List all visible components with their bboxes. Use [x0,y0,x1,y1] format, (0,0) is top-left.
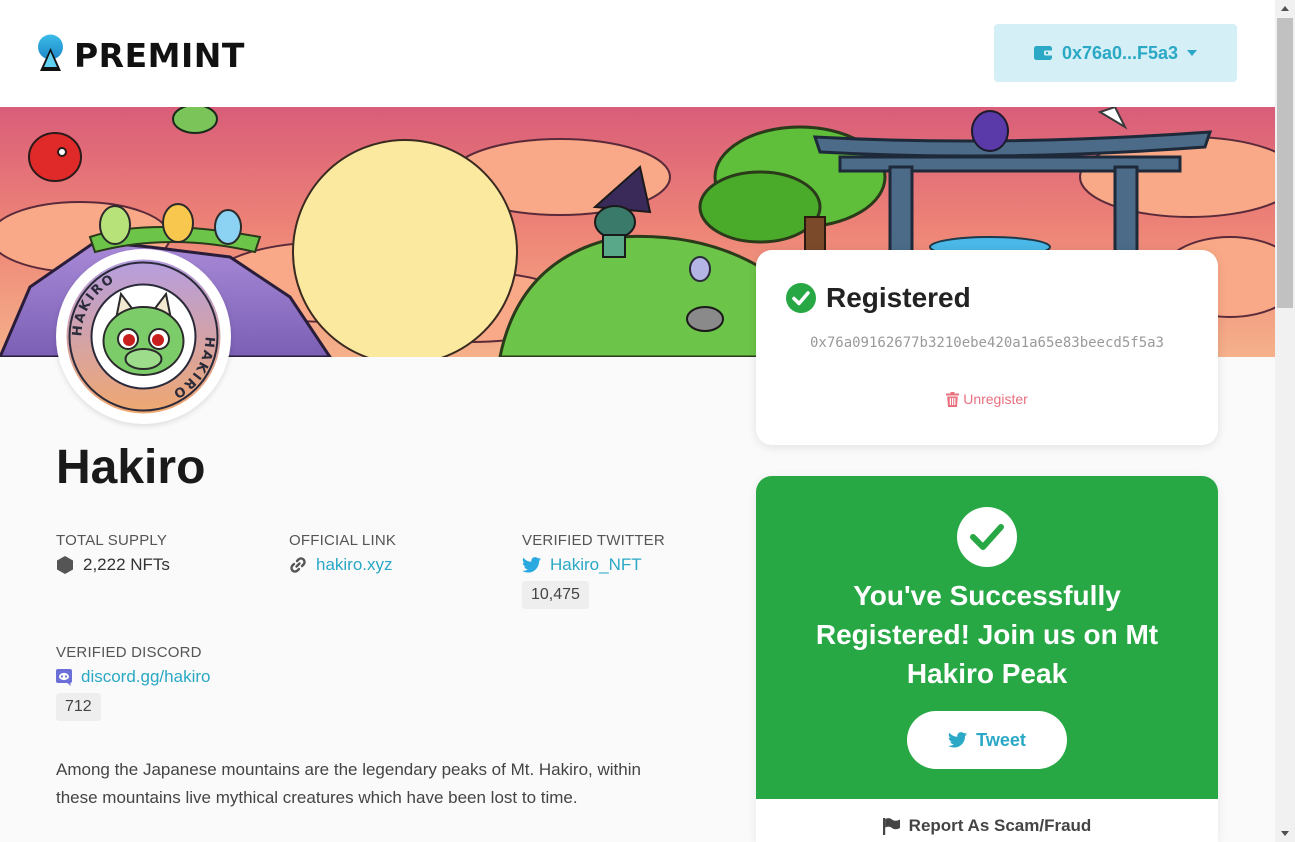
success-card: You've Successfully Registered! Join us … [756,476,1218,842]
total-supply-block: TOTAL SUPPLY 2,222 NFTs [56,532,170,575]
twitter-icon [948,732,968,748]
premint-logo[interactable]: PREMINT [37,34,245,76]
success-message: You've Successfully Registered! Join us … [815,580,1159,689]
twitter-handle-link[interactable]: Hakiro_NFT [550,555,642,575]
official-link-label: OFFICIAL LINK [289,532,397,549]
link-icon [289,556,307,574]
project-description: Among the Japanese mountains are the leg… [56,760,641,807]
total-supply-value-row: 2,222 NFTs [56,555,170,575]
official-link-block: OFFICIAL LINK hakiro.xyz [289,532,396,575]
total-supply-value: 2,222 NFTs [83,555,170,574]
twitter-icon [522,557,541,573]
official-link[interactable]: hakiro.xyz [316,555,393,575]
official-link-row[interactable]: hakiro.xyz [289,555,396,575]
discord-link-row[interactable]: discord.gg/hakiro [56,667,210,687]
unregister-button[interactable]: Unregister [756,391,1218,407]
wallet-icon [1033,45,1053,61]
discord-link[interactable]: discord.gg/hakiro [81,667,210,687]
registered-wallet-address: 0x76a09162677b3210ebe420a1a65e83beecd5f5… [809,335,1164,351]
registration-card: Registered 0x76a09162677b3210ebe420a1a65… [756,250,1218,445]
scroll-up-arrow-icon[interactable] [1275,0,1295,17]
registered-title: Registered [826,282,971,313]
ethereum-icon [56,556,74,574]
verified-discord-label: VERIFIED DISCORD [56,644,202,661]
premint-logo-icon [37,34,64,76]
scroll-down-arrow-icon[interactable] [1275,825,1295,842]
logo-text: PREMINT [74,35,245,75]
wallet-address: 0x76a0...F5a3 [1061,42,1179,63]
report-label: Report As Scam/Fraud [908,816,1092,835]
report-scam-button[interactable]: Report As Scam/Fraud [756,816,1218,836]
total-supply-label: TOTAL SUPPLY [56,532,168,549]
verified-twitter-label: VERIFIED TWITTER [522,532,665,549]
scrollbar-thumb[interactable] [1277,18,1293,308]
verified-twitter-block: VERIFIED TWITTER Hakiro_NFT 10,475 [522,532,665,609]
check-icon [957,507,1017,567]
discord-icon [56,668,72,686]
twitter-follower-count: 10,475 [522,581,589,609]
success-panel: You've Successfully Registered! Join us … [756,476,1218,799]
page-scrollbar[interactable] [1275,0,1295,842]
flag-icon [882,817,901,835]
project-avatar: HAKIRO HAKIRO [56,249,231,424]
tweet-button[interactable]: Tweet [907,711,1067,769]
trash-icon [946,391,960,407]
check-circle-icon [786,283,816,313]
registered-heading: Registered [786,282,971,314]
chevron-down-icon [1187,50,1198,56]
wallet-dropdown-button[interactable]: 0x76a0...F5a3 [994,24,1237,82]
verified-discord-block: VERIFIED DISCORD discord.gg/hakiro 712 [56,644,210,721]
header: PREMINT 0x76a0...F5a3 [0,0,1275,107]
twitter-link-row[interactable]: Hakiro_NFT [522,555,665,575]
unregister-label: Unregister [963,391,1028,407]
discord-member-count: 712 [56,693,101,721]
tweet-label: Tweet [976,729,1026,750]
project-title: Hakiro [56,441,206,494]
